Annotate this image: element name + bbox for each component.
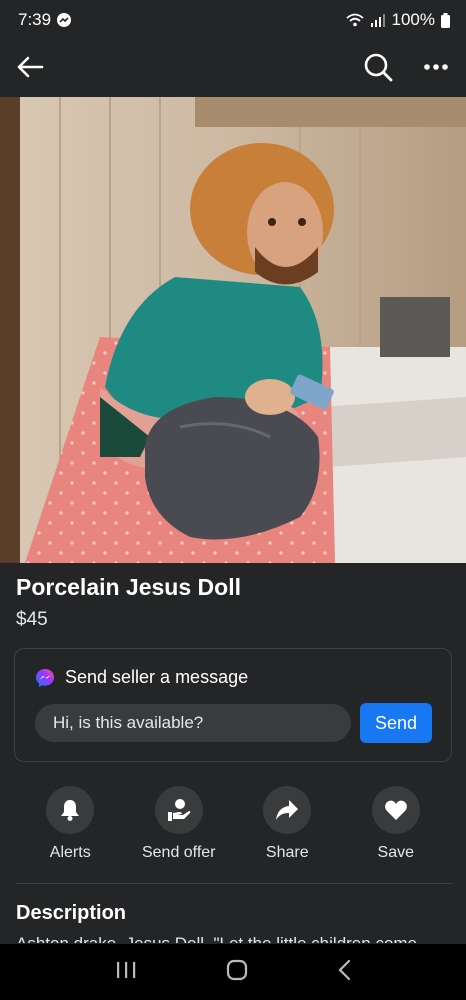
share-button[interactable]: Share [237,786,337,866]
more-dots-icon [424,64,448,70]
top-bar [0,40,466,94]
action-row: Alerts Send offer Share Save [0,786,466,866]
description-heading: Description [16,902,127,924]
share-circle[interactable] [263,786,312,834]
messenger-icon [36,668,54,687]
listing-photo-image [0,97,466,563]
save-circle[interactable] [371,786,420,834]
listing-price: $45 [16,609,48,630]
recent-apps-button[interactable] [115,961,137,984]
send-button[interactable]: Send [360,703,432,743]
battery-icon [441,12,450,28]
status-bar: 7:39 100% [0,0,466,40]
clock: 7:39 [18,10,52,29]
battery-percent: 100% [391,10,435,29]
top-actions [360,49,454,85]
home-icon [226,959,248,980]
recent-apps-icon [116,961,135,978]
message-header-label: Send seller a message [65,667,249,687]
save-label: Save [377,844,414,861]
send-offer-label: Send offer [141,844,216,861]
wifi-icon [345,13,364,27]
offer-icon [167,799,191,821]
home-button[interactable] [226,959,248,986]
signal-icon [370,14,385,27]
messenger-notification-icon [57,13,72,27]
system-back-button[interactable] [337,959,351,986]
send-offer-button[interactable]: Send offer [129,786,229,866]
divider [16,883,452,884]
alerts-circle[interactable] [46,786,95,834]
description-text: Ashton drake, Jesus Doll. "Let the littl… [16,934,456,943]
status-right: 100% [345,10,450,30]
arrow-left-icon [17,56,44,78]
alerts-label: Alerts [49,844,91,861]
message-seller-card: Send seller a message Send [14,648,452,762]
system-nav-bar [0,944,466,1000]
message-input[interactable] [35,704,351,742]
search-icon [364,53,393,82]
back-button[interactable] [12,49,48,85]
heart-icon [384,800,407,820]
search-button[interactable] [360,49,396,85]
more-options-button[interactable] [418,49,454,85]
message-header: Send seller a message [35,667,248,688]
alerts-button[interactable]: Alerts [20,786,120,866]
send-offer-circle[interactable] [154,786,203,834]
share-arrow-icon [276,800,299,820]
chevron-left-icon [338,959,351,980]
save-button[interactable]: Save [346,786,446,866]
bell-icon [61,800,80,821]
status-left: 7:39 [18,10,72,30]
share-label: Share [265,844,309,861]
listing-title: Porcelain Jesus Doll [16,574,241,600]
listing-photo[interactable] [0,97,466,563]
